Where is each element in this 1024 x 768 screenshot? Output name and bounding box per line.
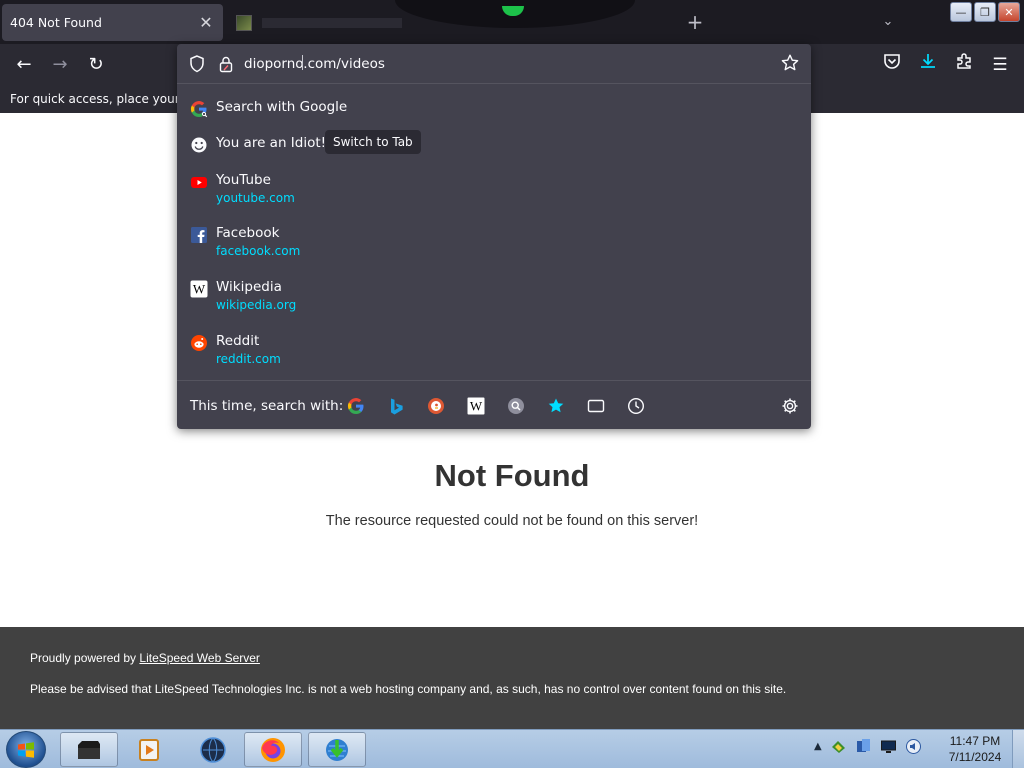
pocket-icon[interactable] [879,52,905,78]
media-player-icon [139,738,159,761]
suggestion-title: Wikipedia [216,279,282,295]
facebook-icon [191,227,207,243]
suggestion-youtube[interactable]: YouTube youtube.com [177,172,811,205]
google-icon[interactable] [347,397,365,415]
taskbar-firefox[interactable] [244,732,302,767]
smiley-icon [191,137,207,153]
text-cursor [302,55,303,70]
wikipedia-icon: W [190,280,208,298]
suggestion-title: Reddit [216,333,260,349]
minimize-button[interactable]: — [950,2,972,22]
footer-powered-by: Proudly powered by LiteSpeed Web Server [30,651,260,665]
taskbar-globe[interactable] [184,732,242,767]
switch-to-tab-button[interactable]: Switch to Tab [325,130,421,154]
volume-icon[interactable] [905,738,922,755]
svg-text:W: W [193,282,206,297]
bookmarks-star-icon[interactable] [547,397,565,415]
footer-prefix: Proudly powered by [30,651,140,665]
tab-title [262,17,402,28]
start-button[interactable] [6,731,46,768]
taskbar: ▲ 11:47 PM 7/11/2024 [0,729,1024,768]
suggestion-title: Facebook [216,225,280,241]
reload-button[interactable]: ↻ [83,52,109,78]
bing-icon[interactable] [387,397,405,415]
suggestion-url: facebook.com [216,244,301,258]
clock-time: 11:47 PM [949,734,1001,748]
suggestion-title: YouTube [216,172,271,188]
download-icon[interactable] [915,52,941,78]
tab-favicon-icon [236,14,252,31]
duckduckgo-icon[interactable] [427,397,445,415]
reddit-icon [191,335,207,351]
tab-strip: 404 Not Found ✕ + ⌄ — ❐ ✕ [0,0,1024,44]
tab-close-icon[interactable]: ✕ [197,13,215,32]
wikipedia-icon[interactable]: W [467,397,485,415]
tab-list-button[interactable]: ⌄ [876,10,900,34]
taskbar-download-manager[interactable] [308,732,366,767]
url-input[interactable]: dioporno.com/videos [244,56,385,72]
back-button[interactable]: ← [11,52,37,78]
page-footer: Proudly powered by LiteSpeed Web Server … [0,627,1024,729]
show-desktop-button[interactable] [1012,730,1024,768]
youtube-icon [191,177,207,188]
one-off-label: This time, search with: [190,398,344,414]
one-off-search-row: This time, search with: W [177,380,811,429]
urlbar-dropdown: dioporno.com/videos Search with Google Y… [177,44,811,429]
tab-404-not-found[interactable]: 404 Not Found ✕ [2,4,223,41]
svg-text:W: W [470,399,483,414]
suggestion-facebook[interactable]: Facebook facebook.com [177,225,811,258]
page-title: Not Found [434,458,590,493]
suggestion-search-google[interactable]: Search with Google [177,99,811,118]
new-tab-button[interactable]: + [683,10,707,34]
internet-download-manager-icon [326,738,348,761]
clock[interactable]: 11:47 PM 7/11/2024 [944,733,1006,765]
windows-logo-icon [18,742,34,758]
google-icon [190,101,208,118]
suggestion-reddit[interactable]: Reddit reddit.com [177,333,811,366]
gear-icon[interactable] [781,397,799,415]
menu-icon[interactable]: ☰ [987,52,1013,78]
network-manager-icon[interactable] [830,738,847,755]
page-message: The resource requested could not be foun… [325,513,699,529]
show-hidden-icons-icon[interactable]: ▲ [814,741,822,752]
history-icon[interactable] [627,397,645,415]
suggestion-title: Search with Google [216,99,348,115]
security-center-icon[interactable] [855,738,872,755]
globe-icon [200,736,226,763]
monitor-icon[interactable] [880,738,897,755]
lock-icon[interactable] [219,55,233,73]
firefox-icon [261,737,285,762]
suggestion-title: You are an Idiot! [216,135,327,151]
tabs-icon[interactable] [587,397,605,415]
close-button[interactable]: ✕ [998,2,1020,22]
suggestion-wikipedia[interactable]: W Wikipedia wikipedia.org [177,279,811,312]
search-icon[interactable] [507,397,525,415]
forward-button[interactable]: → [47,52,73,78]
bookmark-star-icon[interactable] [780,53,800,73]
clock-date: 7/11/2024 [948,750,1002,764]
litespeed-link[interactable]: LiteSpeed Web Server [139,651,260,665]
footer-notice: Please be advised that LiteSpeed Technol… [30,682,787,696]
taskbar-media-player[interactable] [120,732,178,767]
urlbar[interactable]: dioporno.com/videos [177,44,811,84]
folder-icon [78,740,100,759]
system-tray: ▲ [814,738,922,755]
suggestion-url: reddit.com [216,352,281,366]
shield-icon[interactable] [189,55,205,73]
taskbar-folder[interactable] [60,732,118,767]
window-controls: — ❐ ✕ [950,2,1020,22]
extensions-icon[interactable] [951,52,977,78]
suggestion-url: wikipedia.org [216,298,297,312]
suggestion-url: youtube.com [216,191,295,205]
tab-title: 404 Not Found [10,15,102,30]
suggestion-open-tab[interactable]: You are an Idiot! Switch to Tab [177,130,811,154]
restore-button[interactable]: ❐ [974,2,996,22]
